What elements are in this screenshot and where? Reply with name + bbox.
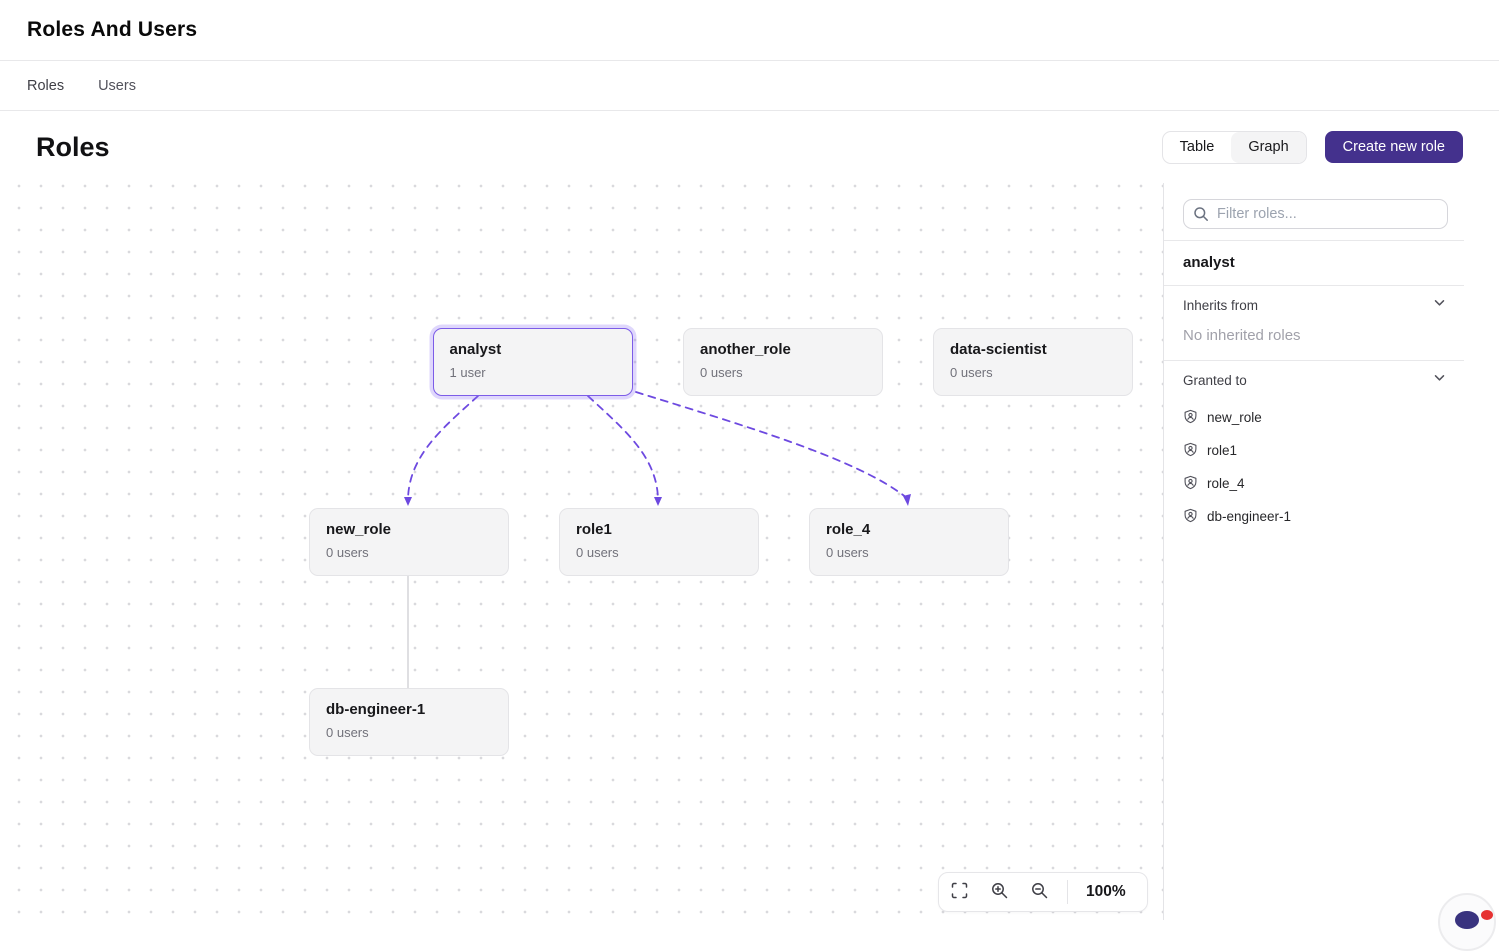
fit-view-button[interactable] bbox=[939, 873, 979, 911]
granted-role-name: role_4 bbox=[1207, 476, 1245, 491]
inherits-from-header[interactable]: Inherits from bbox=[1164, 286, 1499, 324]
role-node-another_role[interactable]: another_role 0 users bbox=[683, 328, 883, 396]
app-title: Roles And Users bbox=[27, 18, 197, 42]
granted-to-header[interactable]: Granted to bbox=[1164, 361, 1499, 399]
view-toggle: Table Graph bbox=[1162, 131, 1307, 164]
zoom-in-button[interactable] bbox=[979, 873, 1019, 911]
page-header: Roles Table Graph Create new role bbox=[0, 111, 1499, 183]
main-content: analyst 1 user another_role 0 users data… bbox=[0, 183, 1499, 920]
granted-role-item[interactable]: role1 bbox=[1164, 434, 1499, 467]
edge-arrowhead bbox=[654, 497, 662, 506]
granted-role-name: db-engineer-1 bbox=[1207, 509, 1291, 524]
granted-role-item[interactable]: new_role bbox=[1164, 401, 1499, 434]
selected-role-name: analyst bbox=[1164, 241, 1499, 285]
granted-to-list: new_role role1 role_4 bbox=[1164, 399, 1499, 533]
table-view-button[interactable]: Table bbox=[1163, 132, 1232, 163]
role-node-title: role1 bbox=[576, 521, 742, 538]
granted-role-item[interactable]: role_4 bbox=[1164, 467, 1499, 500]
app-header: Roles And Users bbox=[0, 0, 1499, 61]
role-node-title: db-engineer-1 bbox=[326, 701, 492, 718]
search-icon bbox=[1193, 206, 1209, 227]
granted-role-name: new_role bbox=[1207, 410, 1262, 425]
role-node-title: role_4 bbox=[826, 521, 992, 538]
role-node-users: 0 users bbox=[700, 365, 866, 380]
role-shield-icon bbox=[1183, 409, 1198, 427]
page-title: Roles bbox=[36, 132, 110, 163]
role-node-db-engineer-1[interactable]: db-engineer-1 0 users bbox=[309, 688, 509, 756]
role-node-new_role[interactable]: new_role 0 users bbox=[309, 508, 509, 576]
notification-dot bbox=[1481, 910, 1493, 920]
role-node-role_4[interactable]: role_4 0 users bbox=[809, 508, 1009, 576]
role-node-title: data-scientist bbox=[950, 341, 1116, 358]
edge-analyst-new_role bbox=[408, 396, 478, 499]
zoom-level-label: 100% bbox=[1086, 883, 1126, 901]
role-shield-icon bbox=[1183, 475, 1198, 493]
role-node-analyst[interactable]: analyst 1 user bbox=[433, 328, 633, 396]
role-node-users: 0 users bbox=[576, 545, 742, 560]
nav-tabbar: Roles Users bbox=[0, 61, 1499, 111]
edge-analyst-role1 bbox=[588, 396, 658, 499]
toolbar-divider bbox=[1067, 880, 1068, 904]
canvas-toolbar: 100% bbox=[938, 872, 1148, 912]
role-details-sidebar: analyst Inherits from No inherited roles… bbox=[1164, 183, 1499, 920]
page-header-actions: Table Graph Create new role bbox=[1162, 131, 1463, 164]
role-node-users: 0 users bbox=[950, 365, 1116, 380]
role-node-users: 0 users bbox=[326, 725, 492, 740]
fit-view-icon bbox=[951, 882, 968, 902]
role-node-title: another_role bbox=[700, 341, 866, 358]
filter-roles-search bbox=[1183, 199, 1448, 229]
role-node-users: 1 user bbox=[450, 365, 617, 380]
chevron-down-icon bbox=[1433, 371, 1446, 389]
role-node-data-scientist[interactable]: data-scientist 0 users bbox=[933, 328, 1133, 396]
no-inherited-roles-text: No inherited roles bbox=[1164, 324, 1499, 360]
create-new-role-button[interactable]: Create new role bbox=[1325, 131, 1463, 163]
zoom-in-icon bbox=[991, 882, 1008, 902]
role-node-role1[interactable]: role1 0 users bbox=[559, 508, 759, 576]
inherits-from-label: Inherits from bbox=[1183, 298, 1258, 313]
edge-analyst-role_4 bbox=[636, 392, 907, 498]
granted-to-label: Granted to bbox=[1183, 373, 1247, 388]
role-shield-icon bbox=[1183, 508, 1198, 526]
role-node-title: analyst bbox=[450, 341, 617, 358]
filter-roles-input[interactable] bbox=[1183, 199, 1448, 229]
granted-role-item[interactable]: db-engineer-1 bbox=[1164, 500, 1499, 533]
zoom-out-button[interactable] bbox=[1019, 873, 1059, 911]
role-shield-icon bbox=[1183, 442, 1198, 460]
granted-role-name: role1 bbox=[1207, 443, 1237, 458]
help-widget-logo bbox=[1455, 911, 1479, 929]
tab-users[interactable]: Users bbox=[98, 78, 136, 94]
edge-arrowhead bbox=[903, 494, 911, 506]
graph-view-button[interactable]: Graph bbox=[1231, 132, 1305, 163]
chevron-down-icon bbox=[1433, 296, 1446, 314]
role-node-users: 0 users bbox=[326, 545, 492, 560]
graph-canvas[interactable]: analyst 1 user another_role 0 users data… bbox=[0, 183, 1164, 920]
edge-arrowhead bbox=[404, 497, 412, 506]
zoom-out-icon bbox=[1031, 882, 1048, 902]
tab-roles[interactable]: Roles bbox=[27, 78, 64, 94]
help-widget-button[interactable] bbox=[1438, 893, 1496, 951]
role-node-users: 0 users bbox=[826, 545, 992, 560]
role-node-title: new_role bbox=[326, 521, 492, 538]
